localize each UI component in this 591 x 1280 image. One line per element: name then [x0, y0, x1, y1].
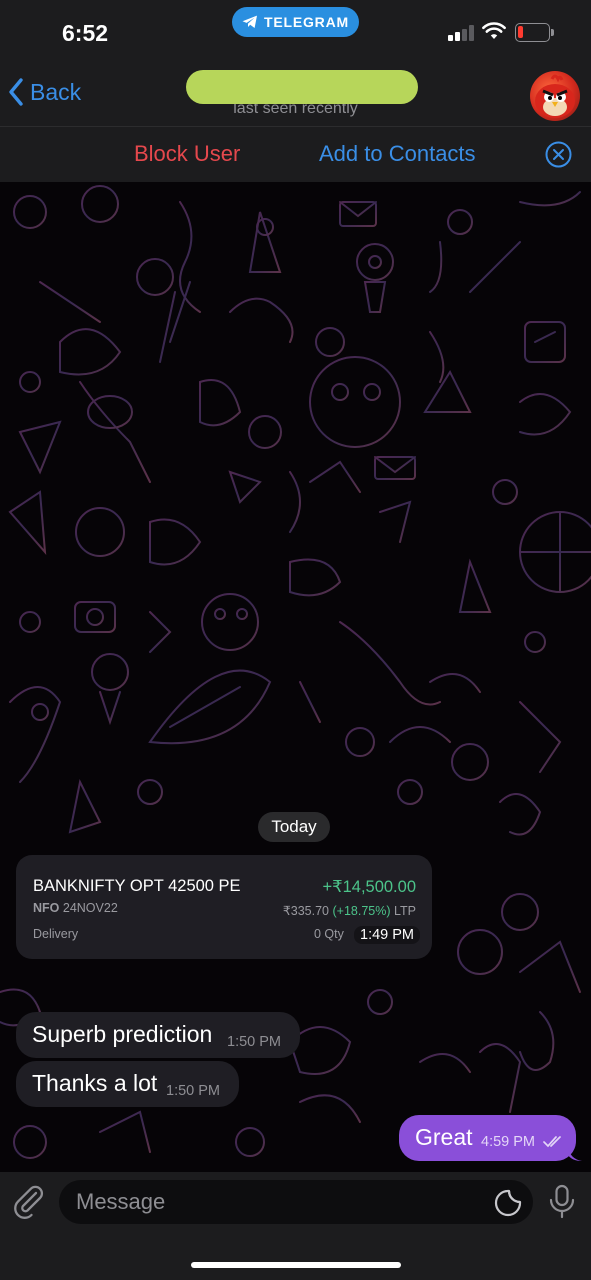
microphone-icon[interactable]	[548, 1184, 576, 1220]
wifi-icon	[482, 22, 506, 39]
message-text: Great	[415, 1124, 473, 1150]
telegram-plane-icon	[242, 15, 258, 28]
add-to-contacts-button[interactable]: Add to Contacts	[319, 141, 476, 167]
trade-card-message[interactable]: BANKNIFTY OPT 42500 PE +₹14,500.00 NFO 2…	[16, 855, 432, 959]
trade-exchange-expiry: NFO 24NOV22	[33, 901, 118, 915]
contact-name-redaction[interactable]	[186, 70, 418, 104]
battery-icon	[515, 23, 554, 42]
trade-instrument: BANKNIFTY OPT 42500 PE	[33, 877, 241, 895]
sticker-icon[interactable]	[494, 1189, 522, 1217]
avatar-image	[535, 74, 575, 118]
double-check-icon	[543, 1136, 561, 1148]
telegram-badge[interactable]: TELEGRAM	[232, 7, 359, 37]
status-bar: 6:52 TELEGRAM	[0, 0, 591, 62]
unknown-contact-actions: Block User Add to Contacts	[0, 126, 591, 182]
chat-header: Back last seen recently	[0, 62, 591, 126]
paperclip-icon[interactable]	[12, 1183, 46, 1219]
home-indicator[interactable]	[191, 1262, 401, 1268]
status-time: 6:52	[62, 20, 109, 46]
chat-area[interactable]: Today BANKNIFTY OPT 42500 PE +₹14,500.00…	[0, 182, 591, 1172]
incoming-message[interactable]: Thanks a lot 1:50 PM	[16, 1061, 239, 1107]
trade-product: Delivery	[33, 927, 79, 941]
message-time: 1:49 PM	[354, 926, 420, 944]
message-composer	[0, 1172, 591, 1280]
trade-pnl: +₹14,500.00	[322, 878, 416, 896]
bubble-tail	[568, 1147, 582, 1161]
trade-qty: 0 Qty	[314, 927, 344, 941]
message-input[interactable]	[59, 1180, 533, 1224]
trade-ltp-price: ₹335.70	[282, 904, 329, 918]
block-user-button[interactable]: Block User	[134, 141, 240, 167]
trade-exchange: NFO	[33, 901, 60, 915]
trade-ltp: ₹335.70 (+18.75%) LTP	[283, 903, 416, 918]
trade-ltp-change: (+18.75%)	[332, 904, 391, 918]
contact-avatar[interactable]	[530, 71, 580, 121]
trade-ltp-suffix: LTP	[394, 904, 416, 918]
message-time: 4:59 PM	[481, 1134, 535, 1150]
trade-expiry: 24NOV22	[62, 901, 118, 915]
message-time: 1:50 PM	[227, 1034, 281, 1050]
cellular-signal-icon	[448, 25, 474, 41]
outgoing-message[interactable]: Great 4:59 PM	[399, 1115, 582, 1161]
message-time: 1:50 PM	[166, 1083, 220, 1099]
message-text: Superb prediction	[32, 1021, 213, 1047]
message-text: Thanks a lot	[32, 1070, 158, 1096]
date-separator: Today	[258, 812, 330, 842]
incoming-message[interactable]: Superb prediction 1:50 PM	[16, 1012, 300, 1058]
telegram-badge-label: TELEGRAM	[264, 14, 349, 30]
battery-level	[518, 26, 523, 38]
close-icon[interactable]	[545, 141, 572, 168]
